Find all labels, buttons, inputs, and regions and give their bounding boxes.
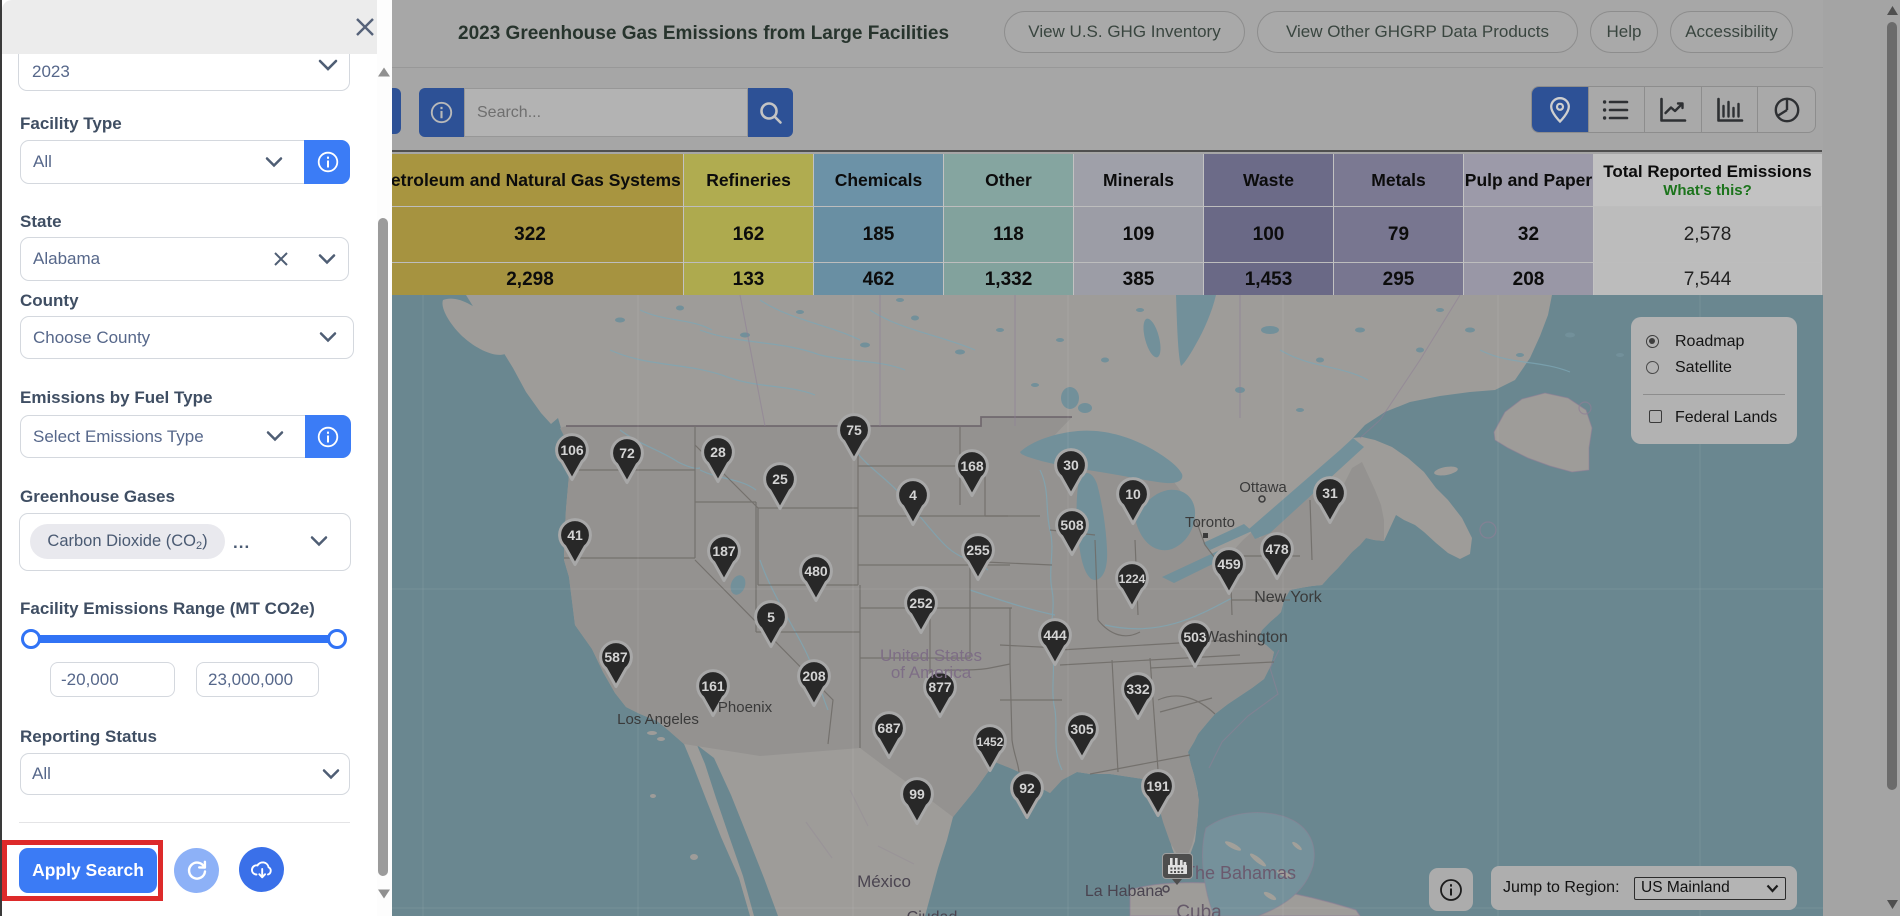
svg-text:of America: of America: [891, 663, 972, 682]
svg-text:41: 41: [567, 527, 583, 543]
svg-text:1224: 1224: [1119, 572, 1146, 586]
svg-text:Cuba: Cuba: [1176, 902, 1222, 916]
svg-text:444: 444: [1043, 627, 1067, 643]
svg-text:106: 106: [560, 442, 584, 458]
svg-text:332: 332: [1126, 681, 1150, 697]
svg-text:Phoenix: Phoenix: [718, 699, 773, 716]
svg-text:5: 5: [767, 609, 775, 625]
svg-text:99: 99: [909, 786, 925, 802]
svg-text:The Bahamas: The Bahamas: [1184, 863, 1296, 883]
svg-text:168: 168: [960, 458, 984, 474]
svg-text:4: 4: [909, 487, 917, 503]
svg-text:28: 28: [710, 444, 726, 460]
svg-text:10: 10: [1125, 486, 1141, 502]
svg-text:305: 305: [1070, 721, 1094, 737]
svg-text:1452: 1452: [977, 735, 1004, 749]
svg-text:México: México: [857, 872, 911, 891]
svg-text:255: 255: [966, 542, 990, 558]
svg-text:508: 508: [1060, 517, 1084, 533]
svg-text:72: 72: [619, 445, 635, 461]
svg-text:Los Angeles: Los Angeles: [617, 711, 699, 728]
svg-text:25: 25: [772, 471, 788, 487]
svg-text:New York: New York: [1254, 589, 1323, 606]
svg-text:161: 161: [701, 678, 725, 694]
svg-text:252: 252: [909, 595, 933, 611]
svg-text:Toronto: Toronto: [1185, 514, 1235, 531]
svg-text:478: 478: [1265, 541, 1289, 557]
svg-text:187: 187: [712, 543, 736, 559]
svg-text:Ottawa: Ottawa: [1239, 479, 1287, 496]
svg-text:Washington: Washington: [1204, 629, 1288, 646]
svg-text:Ciudad: Ciudad: [907, 909, 958, 916]
svg-text:75: 75: [846, 422, 862, 438]
svg-text:587: 587: [604, 649, 628, 665]
svg-text:480: 480: [804, 563, 828, 579]
svg-text:687: 687: [877, 720, 901, 736]
svg-text:191: 191: [1146, 778, 1170, 794]
svg-text:La Habana: La Habana: [1085, 883, 1163, 900]
svg-text:92: 92: [1019, 780, 1035, 796]
svg-text:208: 208: [802, 668, 826, 684]
svg-text:30: 30: [1063, 457, 1079, 473]
svg-text:31: 31: [1322, 485, 1338, 501]
svg-text:459: 459: [1217, 556, 1241, 572]
